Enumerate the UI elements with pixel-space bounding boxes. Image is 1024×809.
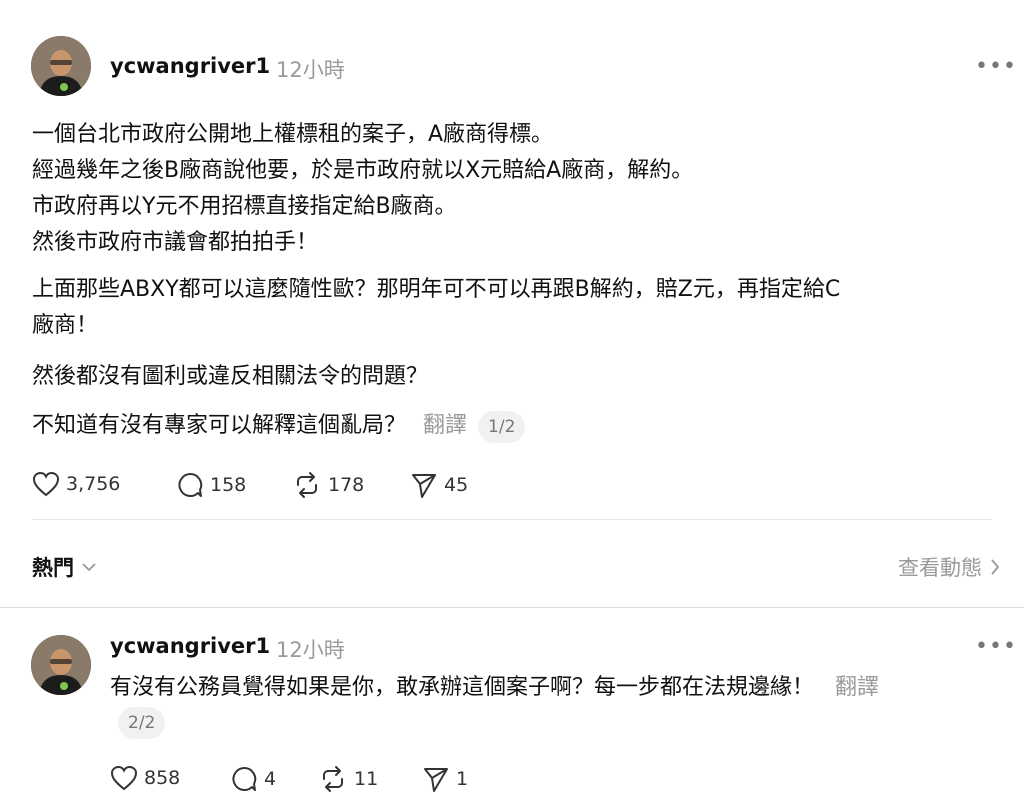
post-line: 市政府再以Y元不用招標直接指定給B廠商。 — [32, 194, 457, 219]
more-options-icon[interactable]: ••• — [975, 54, 1017, 79]
repost-count: 178 — [328, 474, 365, 496]
view-activity-link[interactable]: 查看動態 — [898, 552, 1000, 582]
post-paragraph-4: 不知道有沒有專家可以解釋這個亂局？ 翻譯 1/2 — [32, 408, 526, 444]
send-icon — [424, 768, 448, 792]
section-divider — [0, 607, 1024, 608]
heart-icon — [110, 765, 138, 791]
translate-link[interactable]: 翻譯 — [423, 413, 467, 438]
reply-timestamp: 12小時 — [276, 638, 345, 662]
post-line: 廠商！ — [32, 313, 99, 338]
thread-pager-badge: 1/2 — [478, 411, 526, 443]
post-line: 上面那些ABXY都可以這麼隨性歐？那明年可不可以再跟B解約，賠Z元，再指定給C — [32, 277, 841, 302]
reply-share-button[interactable]: 1 — [422, 765, 468, 793]
reply-comment-button[interactable]: 4 — [230, 765, 276, 793]
post-paragraph-3: 然後都沒有圖利或違反相關法令的問題？ — [32, 364, 429, 389]
reply-repost-button[interactable]: 11 — [318, 765, 378, 793]
share-count: 45 — [444, 474, 469, 496]
reply-username[interactable]: ycwangriver1 — [110, 634, 270, 658]
repost-button[interactable]: 178 — [292, 471, 364, 499]
reply-translate-link[interactable]: 翻譯 — [835, 675, 879, 700]
reply-share-count: 1 — [456, 768, 469, 790]
reply-line: 有沒有公務員覺得如果是你，敢承辦這個案子啊？每一步都在法規邊緣！ — [110, 675, 815, 700]
reply-comment-count: 4 — [264, 768, 277, 790]
chevron-right-icon — [991, 559, 1000, 575]
repost-icon — [323, 766, 343, 792]
post-line: 然後市政府市議會都拍拍手！ — [32, 230, 319, 255]
divider — [32, 519, 992, 520]
share-button[interactable]: 45 — [410, 471, 468, 499]
comment-button[interactable]: 158 — [176, 471, 246, 499]
send-icon — [412, 474, 436, 498]
reply-repost-count: 11 — [354, 768, 379, 790]
post-line: 經過幾年之後B廠商說他要，於是市政府就以X元賠給A廠商，解約。 — [32, 158, 694, 183]
post-paragraph-2: 上面那些ABXY都可以這麼隨性歐？那明年可不可以再跟B解約，賠Z元，再指定給C … — [32, 272, 840, 344]
post-username[interactable]: ycwangriver1 — [110, 54, 270, 78]
heart-icon — [32, 471, 60, 497]
reply-avatar[interactable] — [31, 635, 91, 695]
post-paragraph-1: 一個台北市政府公開地上權標租的案子，A廠商得標。 經過幾年之後B廠商說他要，於是… — [32, 117, 693, 261]
reply-like-button[interactable]: 858 — [110, 765, 180, 791]
view-activity-label: 查看動態 — [898, 556, 982, 580]
like-button[interactable]: 3,756 — [32, 471, 120, 497]
post-timestamp: 12小時 — [276, 58, 345, 82]
comment-count: 158 — [210, 474, 247, 496]
comment-icon — [178, 472, 203, 497]
like-count: 3,756 — [66, 473, 121, 495]
reply-pager-badge: 2/2 — [118, 707, 166, 739]
comment-icon — [232, 766, 257, 791]
reply-like-count: 858 — [144, 767, 181, 789]
sort-label: 熱門 — [32, 556, 74, 580]
avatar[interactable] — [31, 36, 91, 96]
post-line: 不知道有沒有專家可以解釋這個亂局？ — [32, 413, 407, 438]
post-line: 一個台北市政府公開地上權標租的案子，A廠商得標。 — [32, 122, 554, 147]
chevron-down-icon — [82, 563, 96, 572]
reply-text: 有沒有公務員覺得如果是你，敢承辦這個案子啊？每一步都在法規邊緣！ 翻譯 — [110, 670, 990, 706]
sort-dropdown[interactable]: 熱門 — [32, 552, 96, 582]
reply-more-options-icon[interactable]: ••• — [975, 634, 1017, 659]
repost-icon — [297, 472, 317, 498]
